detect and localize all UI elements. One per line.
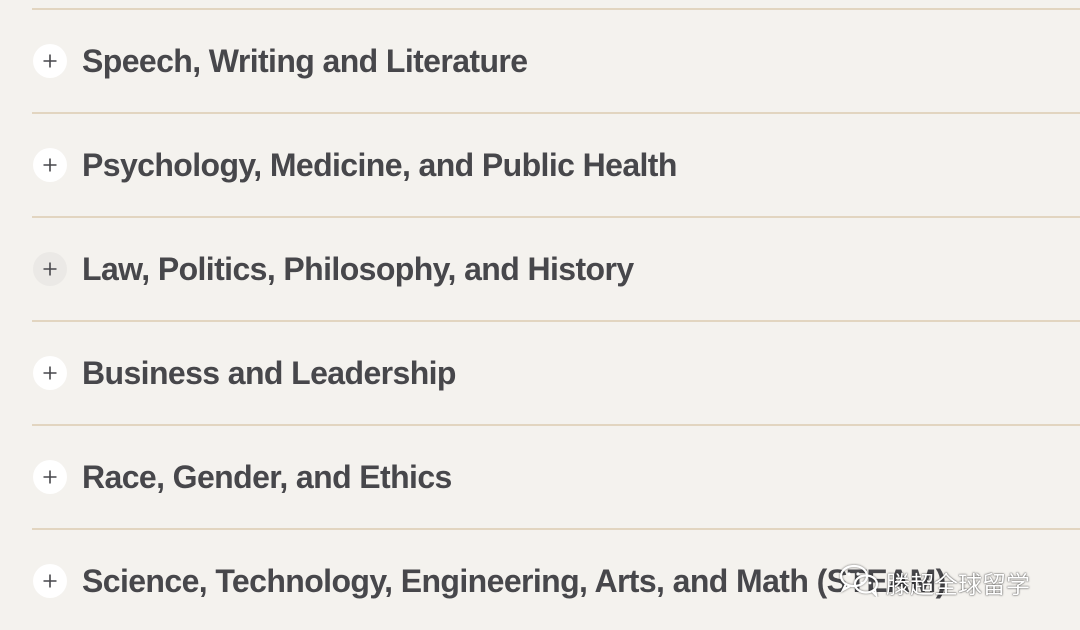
accordion-item-race-gender-ethics[interactable]: Race, Gender, and Ethics	[32, 426, 1080, 530]
accordion-item-label: Business and Leadership	[82, 354, 456, 391]
accordion-item-label: Race, Gender, and Ethics	[82, 458, 452, 495]
plus-icon[interactable]	[33, 148, 67, 182]
watermark-text: 滕超全球留学	[886, 570, 1030, 599]
plus-icon[interactable]	[33, 44, 67, 78]
accordion-item-label: Law, Politics, Philosophy, and History	[82, 250, 634, 287]
accordion-item-law-politics-philosophy-history[interactable]: Law, Politics, Philosophy, and History	[32, 218, 1080, 322]
plus-icon[interactable]	[33, 356, 67, 390]
watermark: 滕超全球留学	[838, 562, 1030, 602]
plus-icon[interactable]	[33, 460, 67, 494]
accordion-item-psychology-medicine-public-health[interactable]: Psychology, Medicine, and Public Health	[32, 114, 1080, 218]
page: Speech, Writing and Literature Psycholog…	[0, 0, 1080, 630]
accordion-item-label: Speech, Writing and Literature	[82, 42, 528, 79]
wechat-icon	[838, 563, 880, 602]
topic-accordion: Speech, Writing and Literature Psycholog…	[32, 8, 1080, 630]
plus-icon[interactable]	[33, 564, 67, 598]
accordion-item-label: Psychology, Medicine, and Public Health	[82, 146, 677, 183]
accordion-item-speech-writing-literature[interactable]: Speech, Writing and Literature	[32, 10, 1080, 114]
accordion-item-label: Science, Technology, Engineering, Arts, …	[82, 562, 946, 599]
accordion-item-business-leadership[interactable]: Business and Leadership	[32, 322, 1080, 426]
plus-icon[interactable]	[33, 252, 67, 286]
